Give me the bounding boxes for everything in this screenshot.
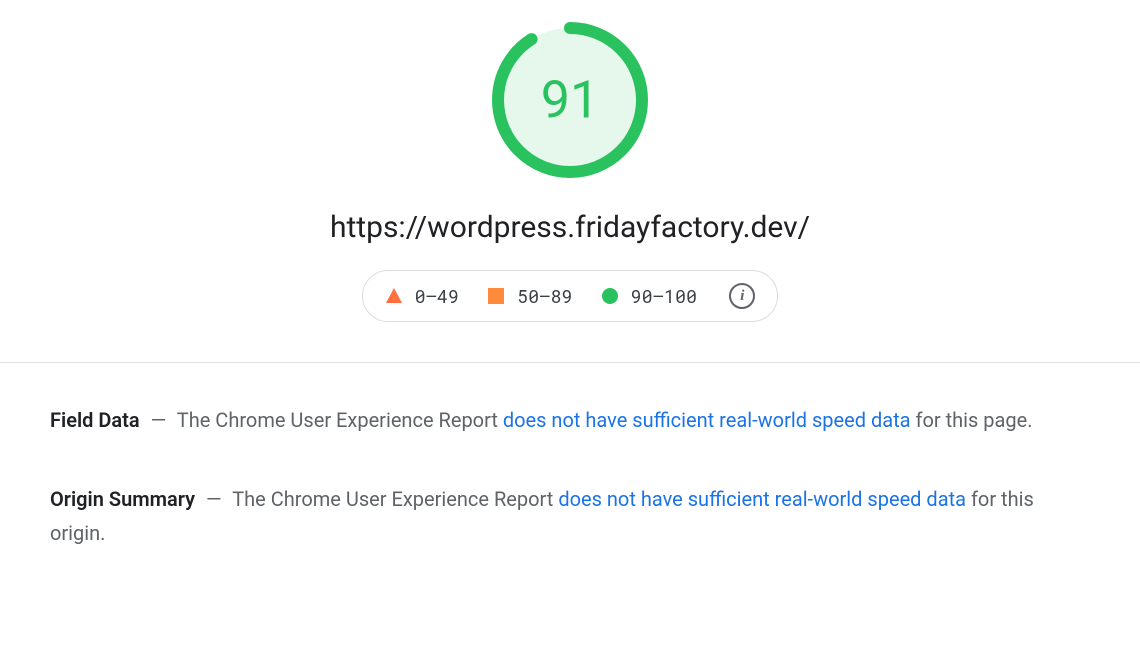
dash-separator: — xyxy=(151,408,167,432)
origin-summary-link[interactable]: does not have sufficient real-world spee… xyxy=(558,487,966,511)
square-icon xyxy=(487,287,505,305)
field-data-row: Field Data — The Chrome User Experience … xyxy=(50,403,1090,437)
legend-average: 50–89 xyxy=(487,284,573,308)
data-section: Field Data — The Chrome User Experience … xyxy=(0,363,1140,550)
legend-good: 90–100 xyxy=(601,284,698,308)
field-data-heading: Field Data xyxy=(50,408,140,432)
circle-icon xyxy=(601,287,619,305)
score-gauge: 91 xyxy=(490,20,650,180)
legend-poor: 0–49 xyxy=(385,284,459,308)
field-data-link[interactable]: does not have sufficient real-world spee… xyxy=(503,408,911,432)
score-legend: 0–49 50–89 90–100 i xyxy=(362,270,779,322)
score-section: 91 https://wordpress.fridayfactory.dev/ … xyxy=(0,20,1140,362)
page-url: https://wordpress.fridayfactory.dev/ xyxy=(330,210,810,245)
dash-separator: — xyxy=(206,487,222,511)
field-data-suffix: for this page. xyxy=(911,408,1033,432)
origin-summary-heading: Origin Summary xyxy=(50,487,195,511)
legend-good-range: 90–100 xyxy=(631,284,698,308)
info-icon[interactable]: i xyxy=(729,283,755,309)
score-value: 91 xyxy=(541,70,599,131)
legend-average-range: 50–89 xyxy=(517,284,573,308)
legend-poor-range: 0–49 xyxy=(415,284,459,308)
origin-summary-row: Origin Summary — The Chrome User Experie… xyxy=(50,482,1090,550)
origin-summary-prefix: The Chrome User Experience Report xyxy=(232,487,558,511)
field-data-prefix: The Chrome User Experience Report xyxy=(177,408,503,432)
triangle-icon xyxy=(385,287,403,305)
